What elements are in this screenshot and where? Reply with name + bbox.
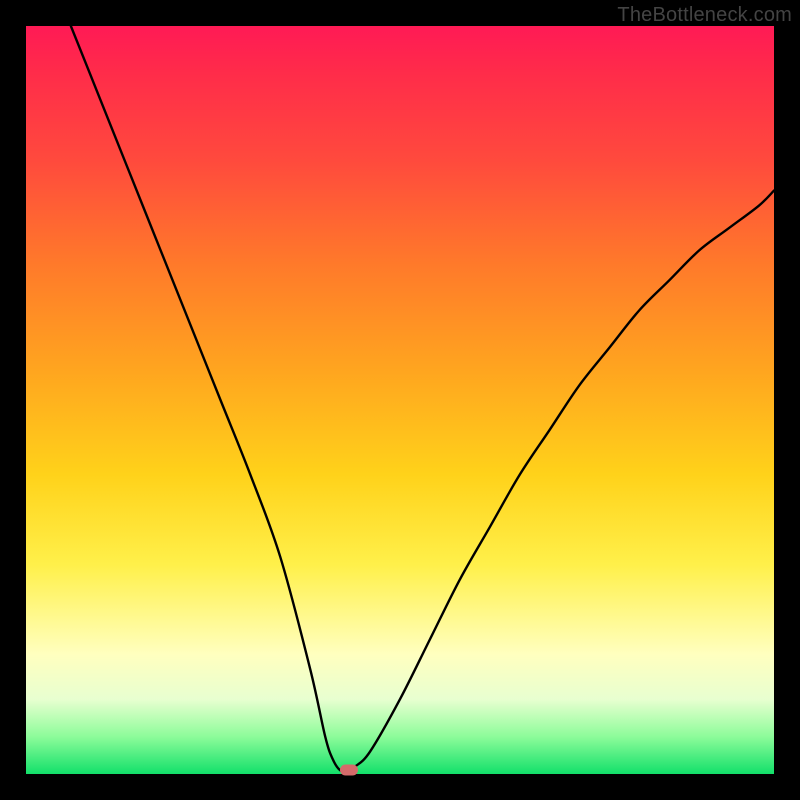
optimal-point-marker (340, 764, 358, 775)
bottleneck-curve (26, 26, 774, 774)
chart-frame (26, 26, 774, 774)
watermark-text: TheBottleneck.com (617, 4, 792, 27)
